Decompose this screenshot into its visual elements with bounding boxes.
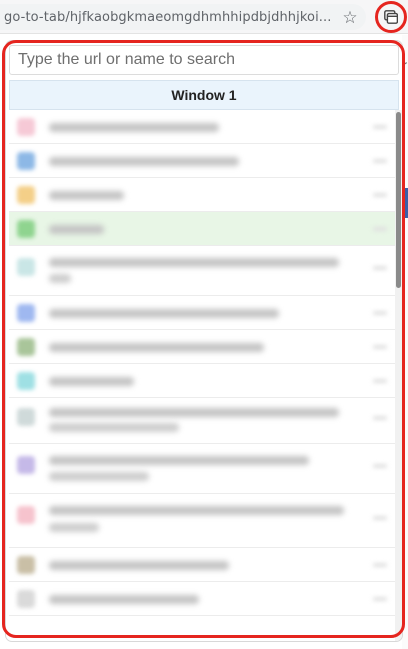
close-icon[interactable]	[373, 516, 387, 520]
tab-title	[49, 157, 239, 166]
tab-title-line2	[49, 523, 99, 532]
tab-row[interactable]	[9, 296, 395, 330]
favicon-icon	[17, 456, 35, 474]
favicon-icon	[17, 220, 35, 238]
tab-title-line2	[49, 423, 179, 432]
star-icon[interactable]: ☆	[340, 8, 360, 28]
tab-title	[49, 408, 339, 417]
close-icon[interactable]	[373, 345, 387, 349]
close-icon[interactable]	[373, 125, 387, 129]
tab-row[interactable]	[9, 110, 395, 144]
favicon-icon	[17, 304, 35, 322]
close-icon[interactable]	[373, 266, 387, 270]
tab-title	[49, 191, 124, 200]
tab-title	[49, 456, 309, 465]
window-stack-icon	[384, 10, 398, 24]
extension-button[interactable]	[375, 1, 407, 33]
page-background-right	[402, 35, 408, 649]
address-bar[interactable]: go-to-tab/hjfkaobgkmaeomgdhmhhipdbjdhhjk…	[0, 4, 366, 30]
close-icon[interactable]	[373, 597, 387, 601]
tab-row[interactable]	[9, 494, 395, 548]
close-icon[interactable]	[373, 563, 387, 567]
tab-row[interactable]	[9, 582, 395, 616]
favicon-icon	[17, 506, 35, 524]
close-icon[interactable]	[373, 379, 387, 383]
favicon-icon	[17, 118, 35, 136]
tab-title	[49, 309, 279, 318]
tab-title	[49, 343, 264, 352]
tab-list	[9, 110, 395, 641]
tab-row[interactable]	[9, 178, 395, 212]
tab-row[interactable]	[9, 398, 395, 444]
tab-title	[49, 258, 339, 267]
tab-title	[49, 123, 219, 132]
close-icon[interactable]	[373, 227, 387, 231]
close-icon[interactable]	[373, 464, 387, 468]
tab-title-line2	[49, 274, 71, 283]
tab-title-line2	[49, 472, 149, 481]
tab-title	[49, 561, 229, 570]
favicon-icon	[17, 590, 35, 608]
tab-title	[49, 377, 134, 386]
search-input[interactable]	[9, 45, 399, 75]
tab-row-active[interactable]	[9, 212, 395, 246]
favicon-icon	[17, 152, 35, 170]
close-icon[interactable]	[373, 416, 387, 420]
close-icon[interactable]	[373, 193, 387, 197]
page-edge-element	[404, 188, 408, 218]
favicon-icon	[17, 186, 35, 204]
favicon-icon	[17, 408, 35, 426]
favicon-icon	[17, 556, 35, 574]
favicon-icon	[17, 258, 35, 276]
browser-toolbar: go-to-tab/hjfkaobgkmaeomgdhmhhipdbjdhhjk…	[0, 0, 408, 34]
favicon-icon	[17, 372, 35, 390]
tab-list-scrollbar[interactable]	[395, 110, 402, 641]
page-edge-text: r	[403, 58, 407, 72]
tab-title	[49, 506, 344, 515]
tab-row[interactable]	[9, 548, 395, 582]
tab-row[interactable]	[9, 246, 395, 296]
tab-row[interactable]	[9, 144, 395, 178]
close-icon[interactable]	[373, 159, 387, 163]
tab-switcher-popup: Window 1	[6, 41, 402, 641]
tab-title	[49, 225, 104, 234]
tab-title	[49, 595, 199, 604]
address-bar-url[interactable]: go-to-tab/hjfkaobgkmaeomgdhmhhipdbjdhhjk…	[4, 10, 334, 25]
scrollbar-thumb[interactable]	[396, 112, 401, 288]
tab-row[interactable]	[9, 364, 395, 398]
favicon-icon	[17, 338, 35, 356]
close-icon[interactable]	[373, 311, 387, 315]
window-group-header: Window 1	[9, 80, 399, 110]
tab-row[interactable]	[9, 330, 395, 364]
tab-row[interactable]	[9, 444, 395, 494]
